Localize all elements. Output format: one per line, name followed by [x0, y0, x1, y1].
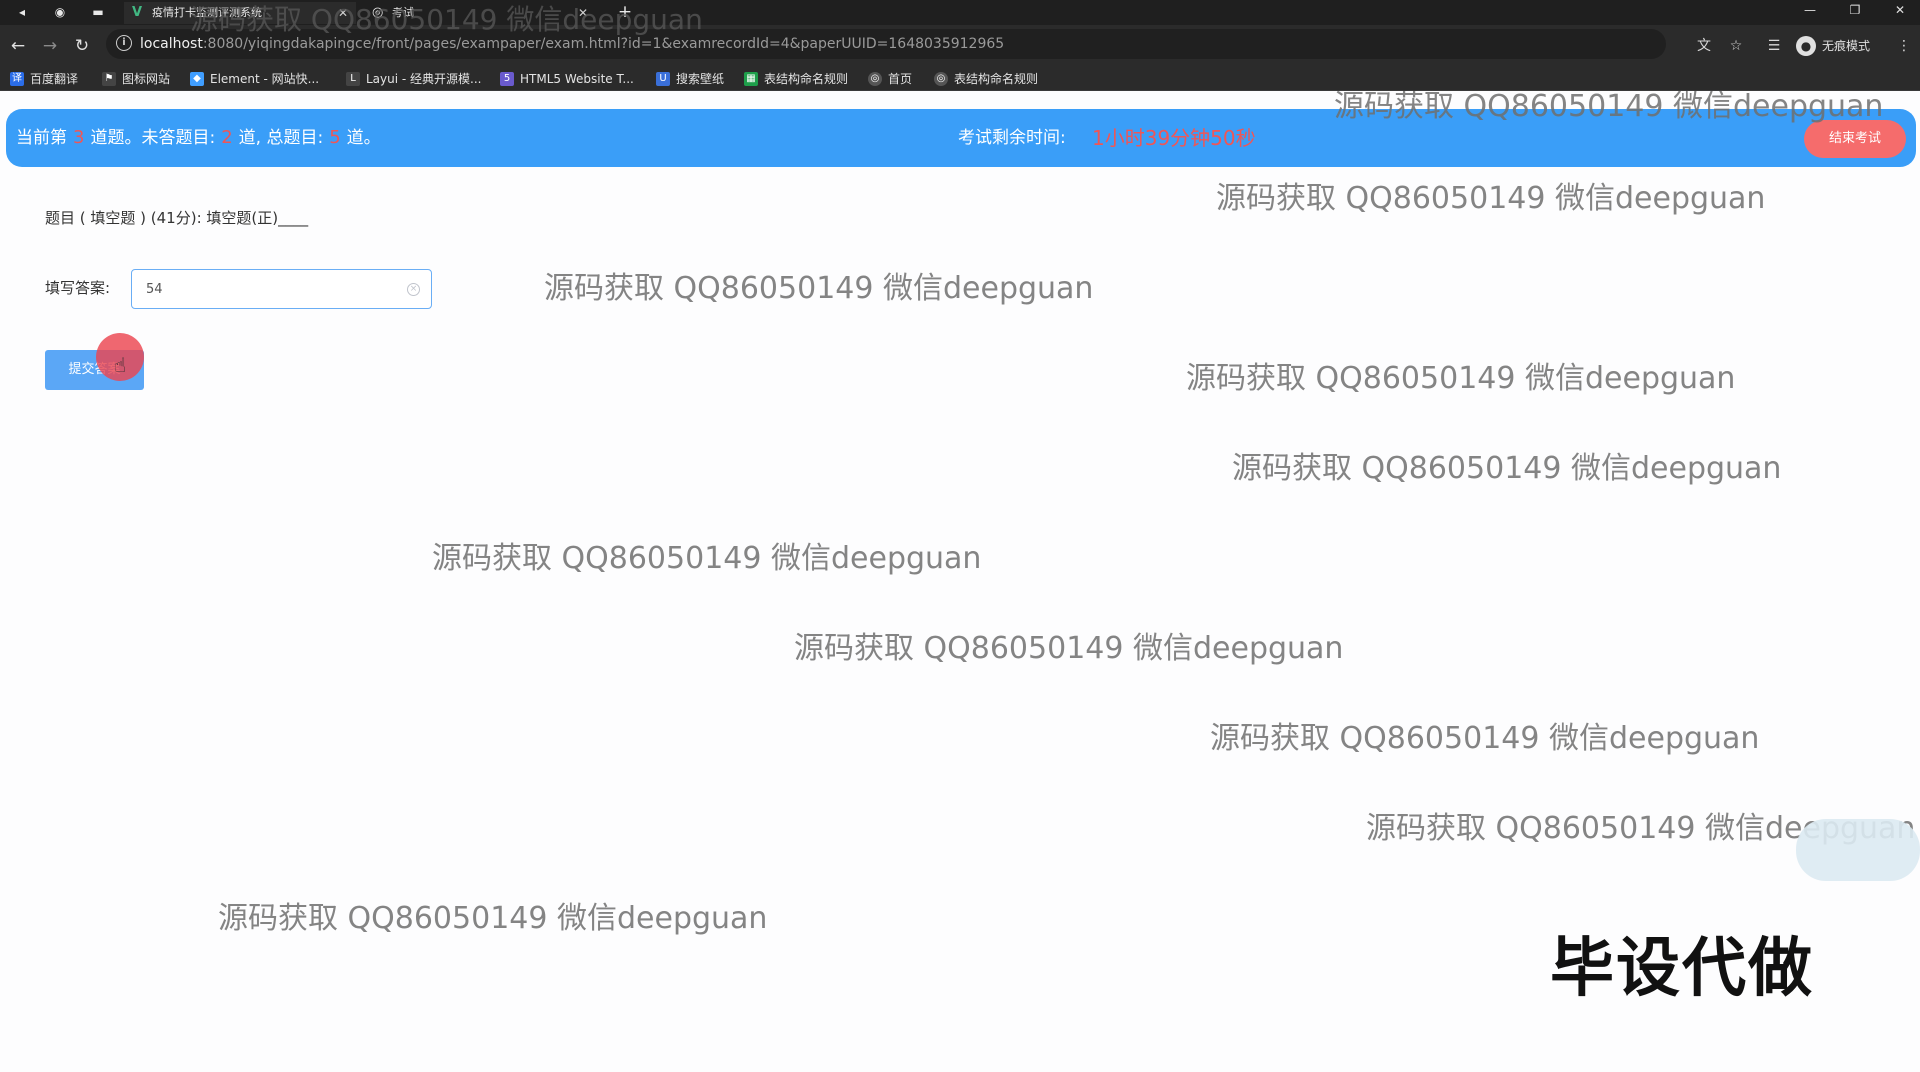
- reading-list-icon[interactable]: ☰: [1764, 36, 1784, 56]
- bookmark-item[interactable]: L Layui - 经典开源模...: [346, 67, 481, 91]
- watermark: 源码获取 QQ86050149 微信deepguan: [1232, 451, 1782, 486]
- end-exam-button[interactable]: 结束考试: [1804, 120, 1906, 158]
- bookmark-label: 表结构命名规则: [954, 72, 1039, 86]
- incognito-profile[interactable]: ● 无痕模式: [1796, 35, 1870, 57]
- progress-text: 当前第: [16, 128, 67, 148]
- element-icon: ◆: [190, 72, 204, 86]
- wallpaper-icon: U: [656, 72, 670, 86]
- bookmark-label: Element - 网站快...: [210, 72, 320, 86]
- timer-label: 考试剩余时间:: [958, 128, 1066, 148]
- restore-icon[interactable]: ❐: [1840, 0, 1870, 20]
- sheet-icon: ▦: [744, 72, 758, 86]
- layui-icon: L: [346, 72, 360, 86]
- site-info-icon[interactable]: i: [116, 35, 132, 51]
- countdown-timer: 1小时39分钟50秒: [1092, 126, 1256, 150]
- watermark: 源码获取 QQ86050149 微信deepguan: [218, 901, 768, 936]
- question-text: 题目 ( 填空题 ) (41分): 填空题(正)____: [45, 209, 309, 227]
- bookmark-item[interactable]: ◎ 表结构命名规则: [934, 67, 1038, 91]
- translate-icon[interactable]: 文: [1694, 36, 1714, 56]
- watermark: 源码获取 QQ86050149 微信deepguan: [794, 631, 1344, 666]
- bookmark-item[interactable]: 译百度翻译: [10, 67, 78, 91]
- close-window-icon[interactable]: ✕: [1885, 0, 1915, 20]
- watermark: 源码获取 QQ86050149 微信deepguan: [1334, 91, 1884, 124]
- bookmark-label: 搜索壁纸: [676, 72, 725, 86]
- tab-window-icon[interactable]: ▬: [86, 2, 110, 22]
- watermark: 源码获取 QQ86050149 微信deepguan: [1186, 361, 1736, 396]
- exam-page: 当前第 3 道题。未答题目: 2 道, 总题目: 5 道。 考试剩余时间: 1小时39分钟5…: [0, 91, 1920, 1072]
- watermark: 源码获取 QQ86050149 微信deepguan: [544, 271, 1094, 306]
- watermark: 源码获取 QQ86050149 微信deepguan: [432, 541, 982, 576]
- unanswered-count: 2: [221, 127, 233, 148]
- globe-icon: ◎: [868, 72, 882, 86]
- watermark: 源码获取 QQ86050149 微信deepguan: [1210, 721, 1760, 756]
- star-icon[interactable]: ☆: [1726, 36, 1746, 56]
- incognito-icon: ●: [1796, 36, 1816, 56]
- forward-icon[interactable]: →: [40, 36, 60, 56]
- watermark: 源码获取 QQ86050149 微信deepguan: [1216, 181, 1766, 216]
- globe-icon: ◎: [934, 72, 948, 86]
- bookmark-item[interactable]: ▦ 表结构命名规则: [744, 67, 848, 91]
- minimize-icon[interactable]: —: [1795, 0, 1825, 20]
- total-count: 5: [329, 127, 341, 148]
- bookmark-item[interactable]: U 搜索壁纸: [656, 67, 724, 91]
- bookmark-label: Layui - 经典开源模...: [366, 72, 482, 86]
- promo-text: 毕设代做: [1550, 932, 1814, 1006]
- current-question-number: 3: [73, 127, 85, 148]
- vue-icon: V: [132, 5, 143, 20]
- back-icon[interactable]: ←: [8, 36, 28, 56]
- bookmark-item[interactable]: 5 HTML5 Website T...: [500, 67, 634, 91]
- exam-progress: 当前第 3 道题。未答题目: 2 道, 总题目: 5 道。: [16, 109, 381, 167]
- bookmark-item[interactable]: ◆ Element - 网站快...: [190, 67, 319, 91]
- answer-input[interactable]: [131, 269, 432, 309]
- globe-icon[interactable]: ◉: [48, 2, 72, 22]
- progress-text: 道题。未答题目:: [90, 128, 216, 148]
- bookmark-label: 图标网站: [122, 72, 171, 86]
- progress-text: 道, 总题目:: [238, 128, 324, 148]
- floating-widget[interactable]: [1796, 819, 1920, 881]
- bookmark-label: 百度翻译: [30, 72, 79, 86]
- hand-cursor-icon: ☝: [114, 353, 127, 377]
- answer-label: 填写答案:: [45, 279, 111, 297]
- bookmark-label: 首页: [888, 72, 913, 86]
- html5-icon: 5: [500, 72, 514, 86]
- baidu-translate-icon: 译: [10, 72, 24, 86]
- bookmark-item[interactable]: ◎ 首页: [868, 67, 912, 91]
- bookmark-label: HTML5 Website T...: [520, 72, 634, 86]
- progress-text: 道。: [346, 128, 381, 148]
- flag-icon: ⚑: [102, 72, 116, 86]
- bookmarks-bar: 译百度翻译 ⚑ 图标网站 ◆ Element - 网站快... L Layui - 经…: [0, 67, 1920, 91]
- tab-audio-icon[interactable]: ◂: [10, 2, 34, 22]
- bookmark-label: 表结构命名规则: [764, 72, 849, 86]
- bookmark-item[interactable]: ⚑ 图标网站: [102, 67, 170, 91]
- reload-icon[interactable]: ↻: [72, 36, 92, 56]
- profile-label: 无痕模式: [1822, 39, 1871, 53]
- clear-icon[interactable]: ×: [407, 283, 420, 296]
- menu-icon[interactable]: ⋮: [1894, 36, 1914, 56]
- watermark: 源码获取 QQ86050149 微信deepguan: [190, 3, 703, 36]
